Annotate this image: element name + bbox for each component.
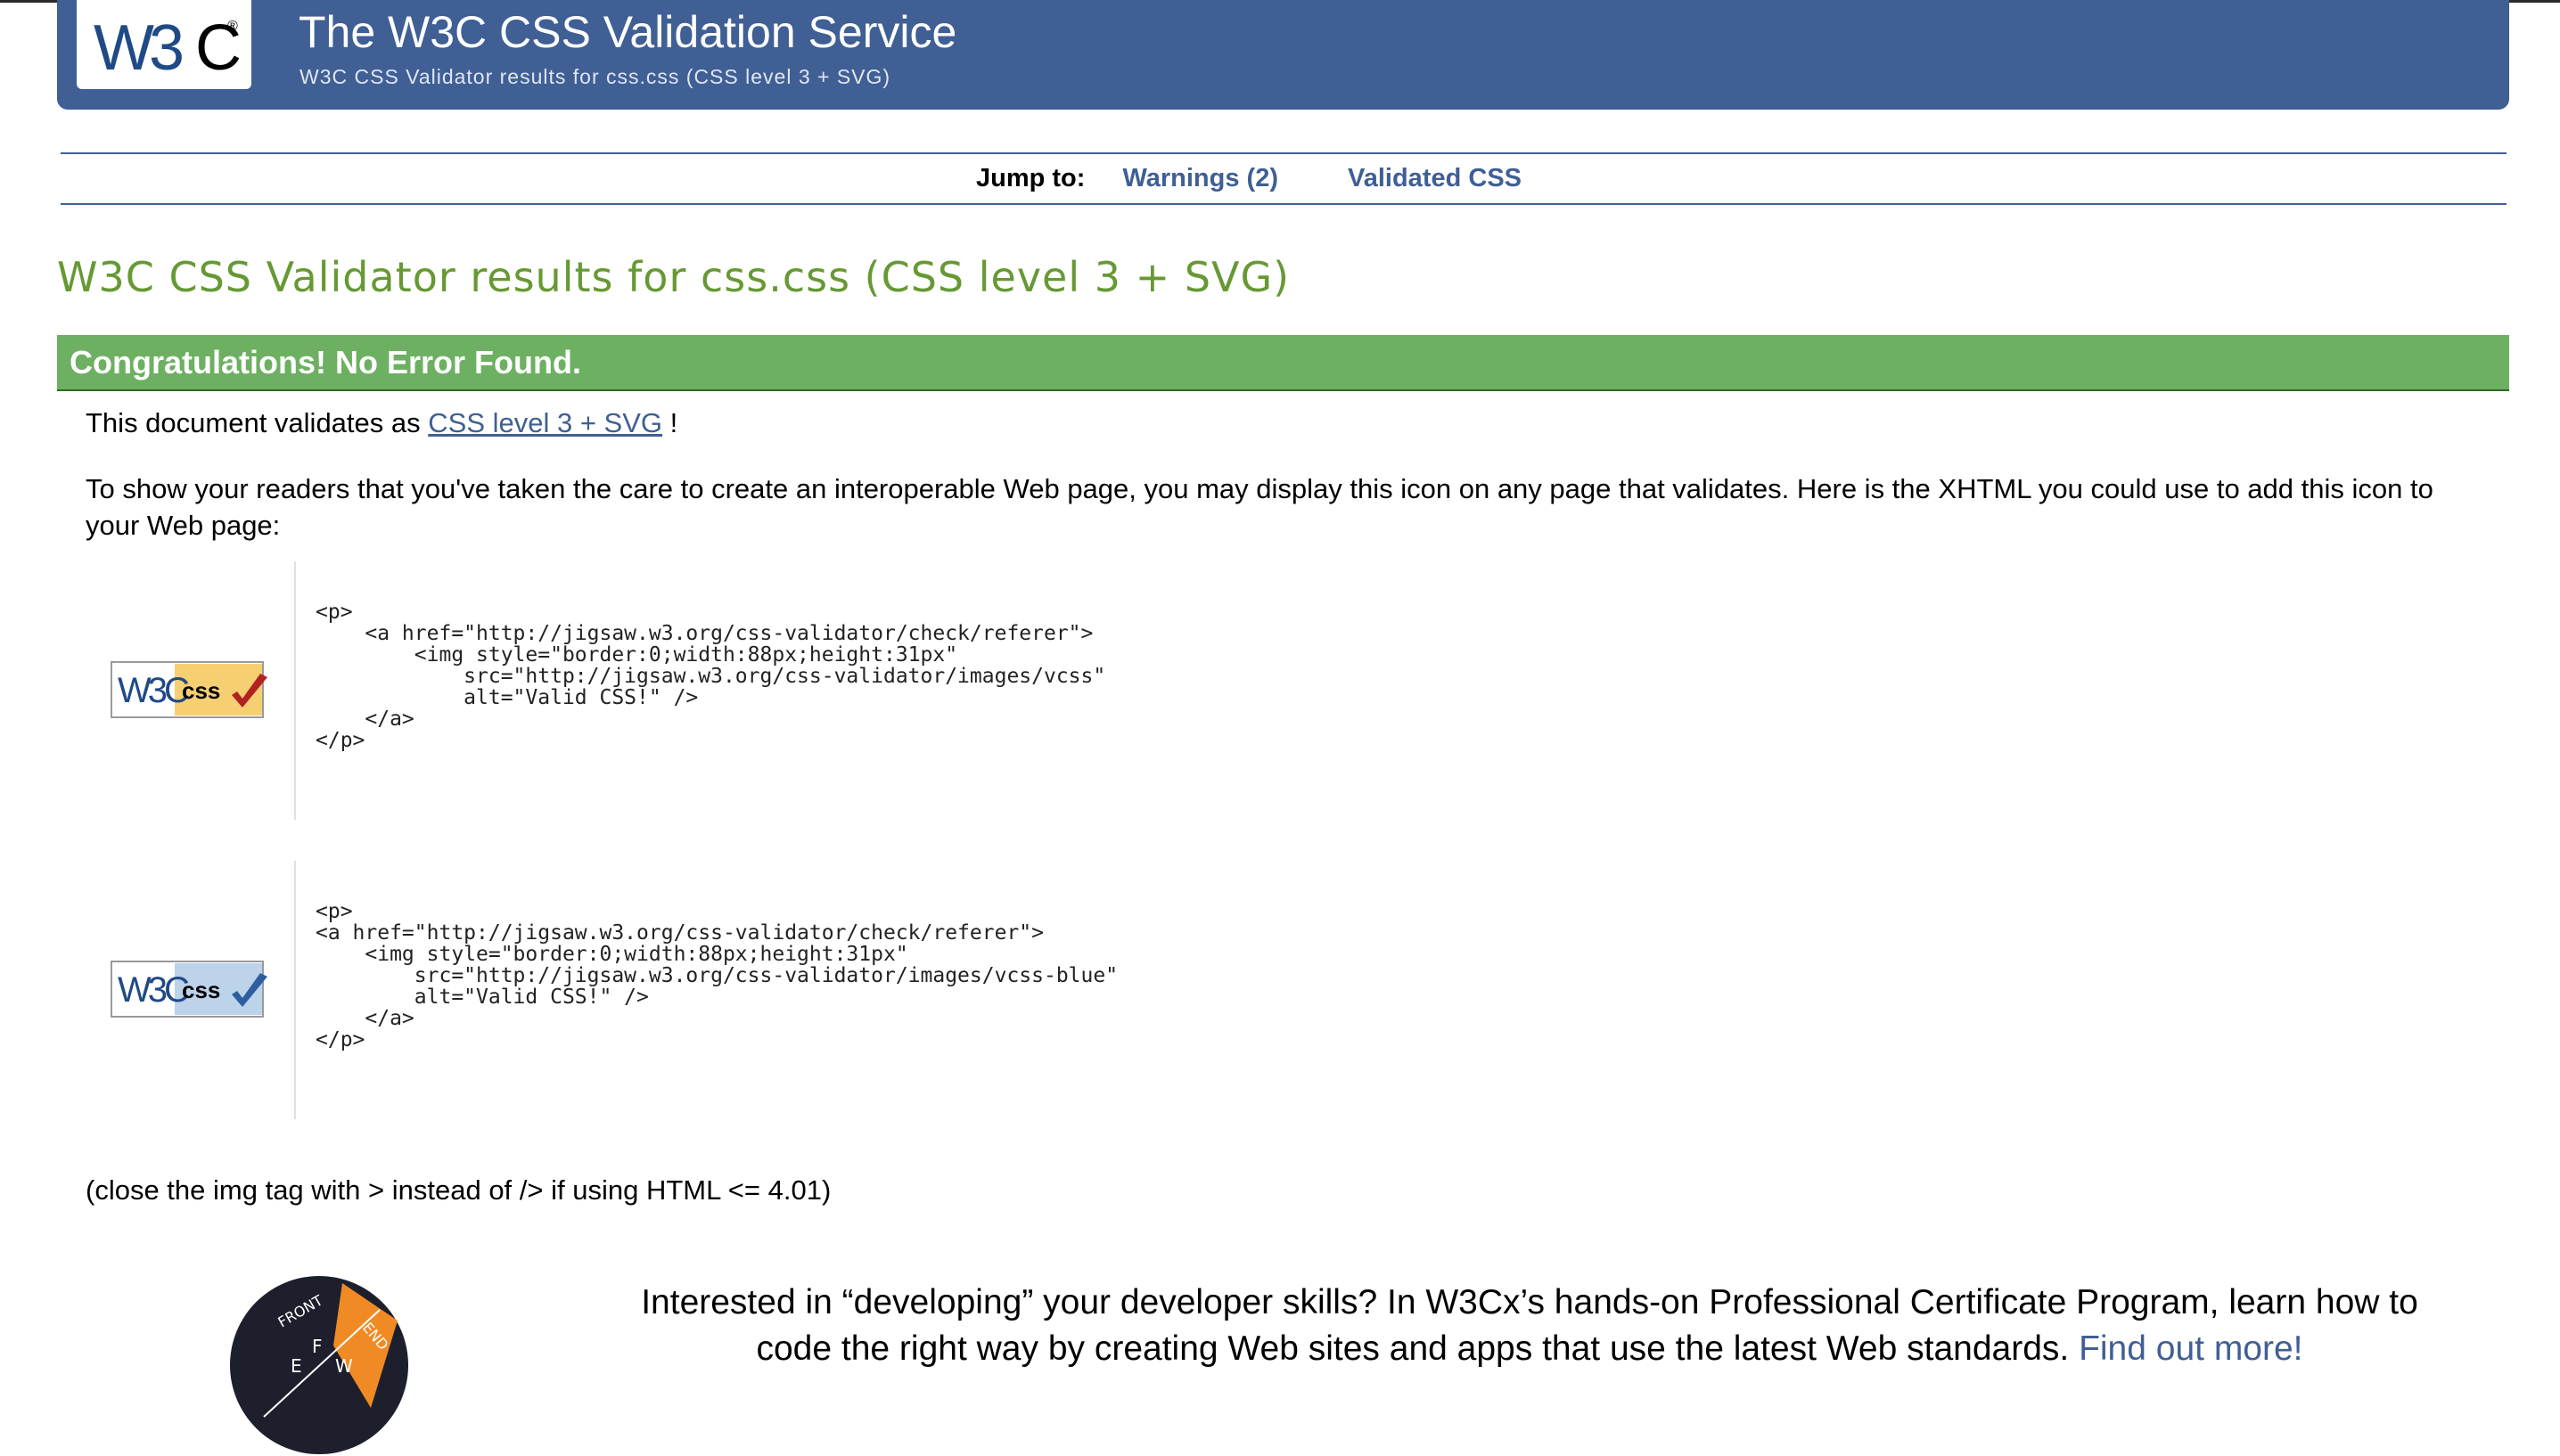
svg-text:F: F: [312, 1336, 323, 1357]
find-out-more-link[interactable]: Find out more!: [2079, 1329, 2302, 1368]
valid-css-gold-badge-icon[interactable]: W3C css: [111, 661, 269, 720]
icon-explanation: To show your readers that you've taken t…: [86, 473, 2433, 541]
svg-text:®: ®: [227, 19, 238, 34]
jump-label: Jump to:: [976, 164, 1086, 192]
close-tag-note: (close the img tag with > instead of /> …: [86, 1174, 832, 1206]
promo-paragraph: Interested in “developing” your develope…: [603, 1280, 2457, 1372]
code-block-gold: W3C css <p> <a href="http://jigsaw.w3.or…: [86, 561, 1333, 820]
code-block-blue: W3C css <p> <a href="http://jigsaw.w3.or…: [86, 861, 1333, 1119]
success-banner: Congratulations! No Error Found.: [57, 335, 2509, 391]
page-subtitle: W3C CSS Validator results for css.css (C…: [299, 65, 891, 88]
svg-text:W3C: W3C: [118, 970, 189, 1010]
validates-paragraph: This document validates as CSS level 3 +…: [86, 405, 677, 441]
svg-text:css: css: [182, 977, 220, 1003]
warnings-link[interactable]: Warnings (2): [1122, 164, 1278, 193]
badge-column: W3C css: [86, 861, 296, 1119]
validated-css-link[interactable]: Validated CSS: [1348, 164, 1522, 193]
page-title[interactable]: The W3C CSS Validation Service: [299, 5, 956, 59]
jump-navigation: Jump to: Warnings (2) Validated CSS: [61, 152, 2507, 205]
code-snippet[interactable]: <p> <a href="http://jigsaw.w3.org/css-va…: [296, 861, 1118, 1119]
svg-text:W3: W3: [94, 12, 182, 82]
w3c-logo[interactable]: W3 C ®: [77, 0, 251, 89]
svg-text:W3C: W3C: [118, 671, 189, 710]
results-heading: W3C CSS Validator results for css.css (C…: [57, 253, 1291, 301]
w3c-logo-icon: W3 C ®: [94, 12, 240, 82]
svg-text:css: css: [182, 677, 220, 704]
css-profile-link[interactable]: CSS level 3 + SVG: [428, 407, 662, 438]
w3cx-frontend-logo-icon[interactable]: FRONT END F E W: [228, 1274, 410, 1456]
validates-prefix: This document validates as: [86, 407, 421, 438]
svg-text:W: W: [335, 1355, 353, 1377]
code-snippet[interactable]: <p> <a href="http://jigsaw.w3.org/css-va…: [296, 561, 1105, 820]
header-banner: W3 C ® The W3C CSS Validation Service W3…: [57, 0, 2509, 110]
valid-css-blue-badge-icon[interactable]: W3C css: [111, 961, 269, 1019]
validates-suffix: !: [662, 407, 678, 438]
badge-column: W3C css: [86, 561, 296, 820]
svg-text:E: E: [291, 1355, 302, 1377]
